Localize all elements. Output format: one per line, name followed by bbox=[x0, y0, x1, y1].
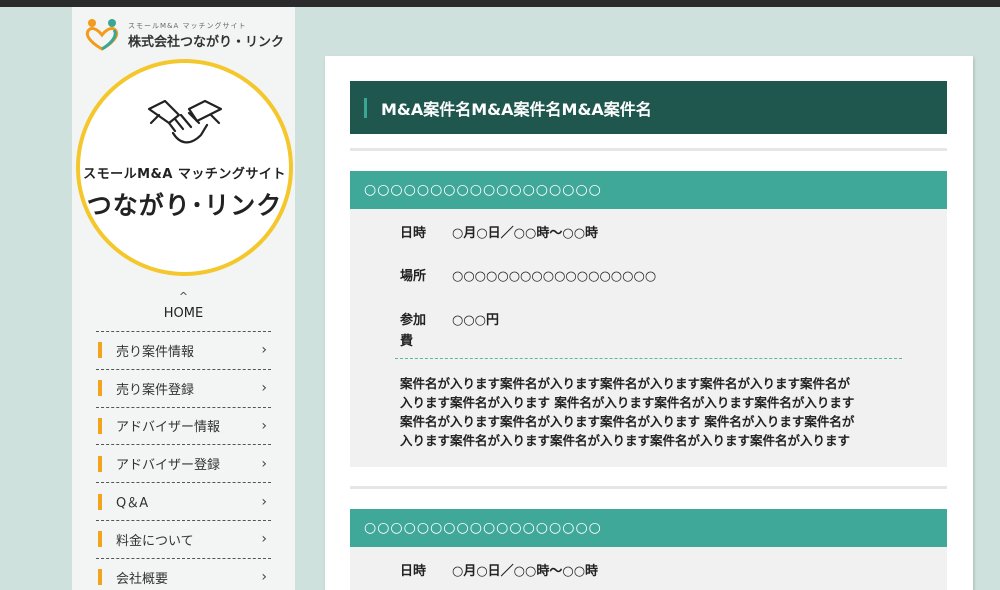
nav-item-label: Q＆A bbox=[116, 496, 149, 512]
nav-accent-bar bbox=[98, 380, 102, 397]
event-date-row: 日時 ○月○日／○○時〜○○時 bbox=[400, 223, 598, 244]
nav-item-sell-listings[interactable]: 売り案件情報 › bbox=[96, 331, 271, 369]
chevron-right-icon: › bbox=[261, 531, 267, 548]
chevron-right-icon: › bbox=[261, 493, 267, 510]
nav-accent-bar bbox=[98, 531, 102, 548]
divider bbox=[350, 148, 947, 151]
nav-item-label: 売り案件情報 bbox=[116, 344, 195, 360]
event-fee-row: 参加 費 ○○○円 bbox=[400, 310, 499, 352]
event-fee-key: 参加 費 bbox=[400, 310, 452, 352]
nav-item-advisor-info[interactable]: アドバイザー情報 › bbox=[96, 406, 271, 445]
event-heading: ○○○○○○○○○○○○○○○○○○ bbox=[350, 509, 947, 547]
nav-item-company[interactable]: 会社概要 › bbox=[96, 557, 271, 590]
home-link[interactable]: ^ HOME bbox=[72, 285, 295, 321]
handshake-icon bbox=[145, 95, 225, 159]
chevron-up-icon: ^ bbox=[178, 290, 189, 303]
event-description: 案件名が入ります案件名が入ります案件名が入ります案件名が入ります案件名が 入りま… bbox=[400, 374, 900, 450]
event-date-value: ○月○日／○○時〜○○時 bbox=[452, 564, 599, 579]
event-place-value: ○○○○○○○○○○○○○○○○○○ bbox=[452, 269, 657, 284]
dashed-divider bbox=[395, 358, 902, 359]
description-line: 案件名が入ります案件名が入ります案件名が入ります案件名が入ります案件名が bbox=[400, 376, 851, 391]
event-date-value: ○月○日／○○時〜○○時 bbox=[452, 226, 599, 241]
chevron-right-icon: › bbox=[261, 380, 267, 397]
sidebar-nav: 売り案件情報 › 売り案件登録 › アドバイザー情報 › アドバイザー登録 › … bbox=[96, 331, 271, 590]
event-details: 日時 ○月○日／○○時〜○○時 場所 ○○○○○○○○○○○○○○○○○○ 参加… bbox=[350, 209, 947, 467]
event-place-row: 場所 ○○○○○○○○○○○○○○○○○○ bbox=[400, 266, 656, 287]
home-label: HOME bbox=[163, 306, 204, 321]
nav-accent-bar bbox=[98, 342, 102, 359]
nav-item-label: アドバイザー情報 bbox=[116, 420, 221, 436]
description-line: 入ります案件名が入ります 案件名が入ります案件名が入ります案件名が入ります bbox=[400, 395, 855, 410]
nav-accent-bar bbox=[98, 493, 102, 510]
title-accent-bar bbox=[364, 97, 367, 118]
brand-header[interactable]: スモールM&A マッチングサイト 株式会社つながり・リンク bbox=[82, 15, 284, 55]
event-details: 日時 ○月○日／○○時〜○○時 bbox=[350, 547, 947, 590]
chevron-right-icon: › bbox=[261, 569, 267, 586]
description-line: 案件名が入ります案件名が入ります案件名が入ります 案件名が入ります案件名が bbox=[400, 414, 855, 429]
tsunagari-logo-icon bbox=[82, 15, 122, 55]
event-place-key: 場所 bbox=[400, 269, 427, 284]
brand-subtitle: スモールM&A マッチングサイト bbox=[128, 21, 247, 30]
chevron-right-icon: › bbox=[261, 455, 267, 472]
logo-wordmark: つながり･リンク bbox=[86, 191, 283, 220]
event-fee-key-line2: 費 bbox=[400, 334, 414, 349]
nav-accent-bar bbox=[98, 569, 102, 586]
event-fee-value: ○○○円 bbox=[452, 313, 500, 328]
chevron-right-icon: › bbox=[261, 342, 267, 359]
event-date-key: 日時 bbox=[400, 564, 427, 579]
nav-item-sell-registration[interactable]: 売り案件登録 › bbox=[96, 368, 271, 407]
event-date-key: 日時 bbox=[400, 226, 427, 241]
nav-item-pricing[interactable]: 料金について › bbox=[96, 519, 271, 558]
page-title: M&A案件名M&A案件名M&A案件名 bbox=[350, 81, 947, 134]
event-heading: ○○○○○○○○○○○○○○○○○○ bbox=[350, 171, 947, 209]
brand-name: 株式会社つながり・リンク bbox=[128, 34, 285, 50]
nav-accent-bar bbox=[98, 417, 102, 434]
site-logo-badge[interactable]: スモールM&A マッチングサイト つながり･リンク bbox=[76, 59, 293, 276]
browser-bookmark-bar bbox=[0, 0, 1000, 7]
page-title-text: M&A案件名M&A案件名M&A案件名 bbox=[381, 99, 652, 119]
nav-item-label: 料金について bbox=[116, 533, 194, 549]
chevron-right-icon: › bbox=[261, 417, 267, 434]
nav-item-faq[interactable]: Q＆A › bbox=[96, 482, 271, 520]
logo-tagline: スモールM&A マッチングサイト bbox=[83, 167, 286, 182]
nav-item-label: 会社概要 bbox=[116, 571, 169, 587]
nav-item-advisor-registration[interactable]: アドバイザー登録 › bbox=[96, 444, 271, 482]
description-line: 入ります案件名が入ります案件名が入ります案件名が入ります案件名が入ります bbox=[400, 433, 851, 448]
event-date-row: 日時 ○月○日／○○時〜○○時 bbox=[400, 561, 598, 582]
main-content: M&A案件名M&A案件名M&A案件名 ○○○○○○○○○○○○○○○○○○ 日時… bbox=[325, 56, 973, 590]
nav-accent-bar bbox=[98, 455, 102, 472]
nav-item-label: アドバイザー登録 bbox=[116, 458, 221, 474]
nav-item-label: 売り案件登録 bbox=[116, 382, 195, 398]
event-fee-key-line1: 参加 bbox=[400, 313, 427, 328]
divider bbox=[350, 486, 947, 489]
sidebar: スモールM&A マッチングサイト 株式会社つながり・リンク スモールM&A マッ… bbox=[72, 7, 295, 590]
